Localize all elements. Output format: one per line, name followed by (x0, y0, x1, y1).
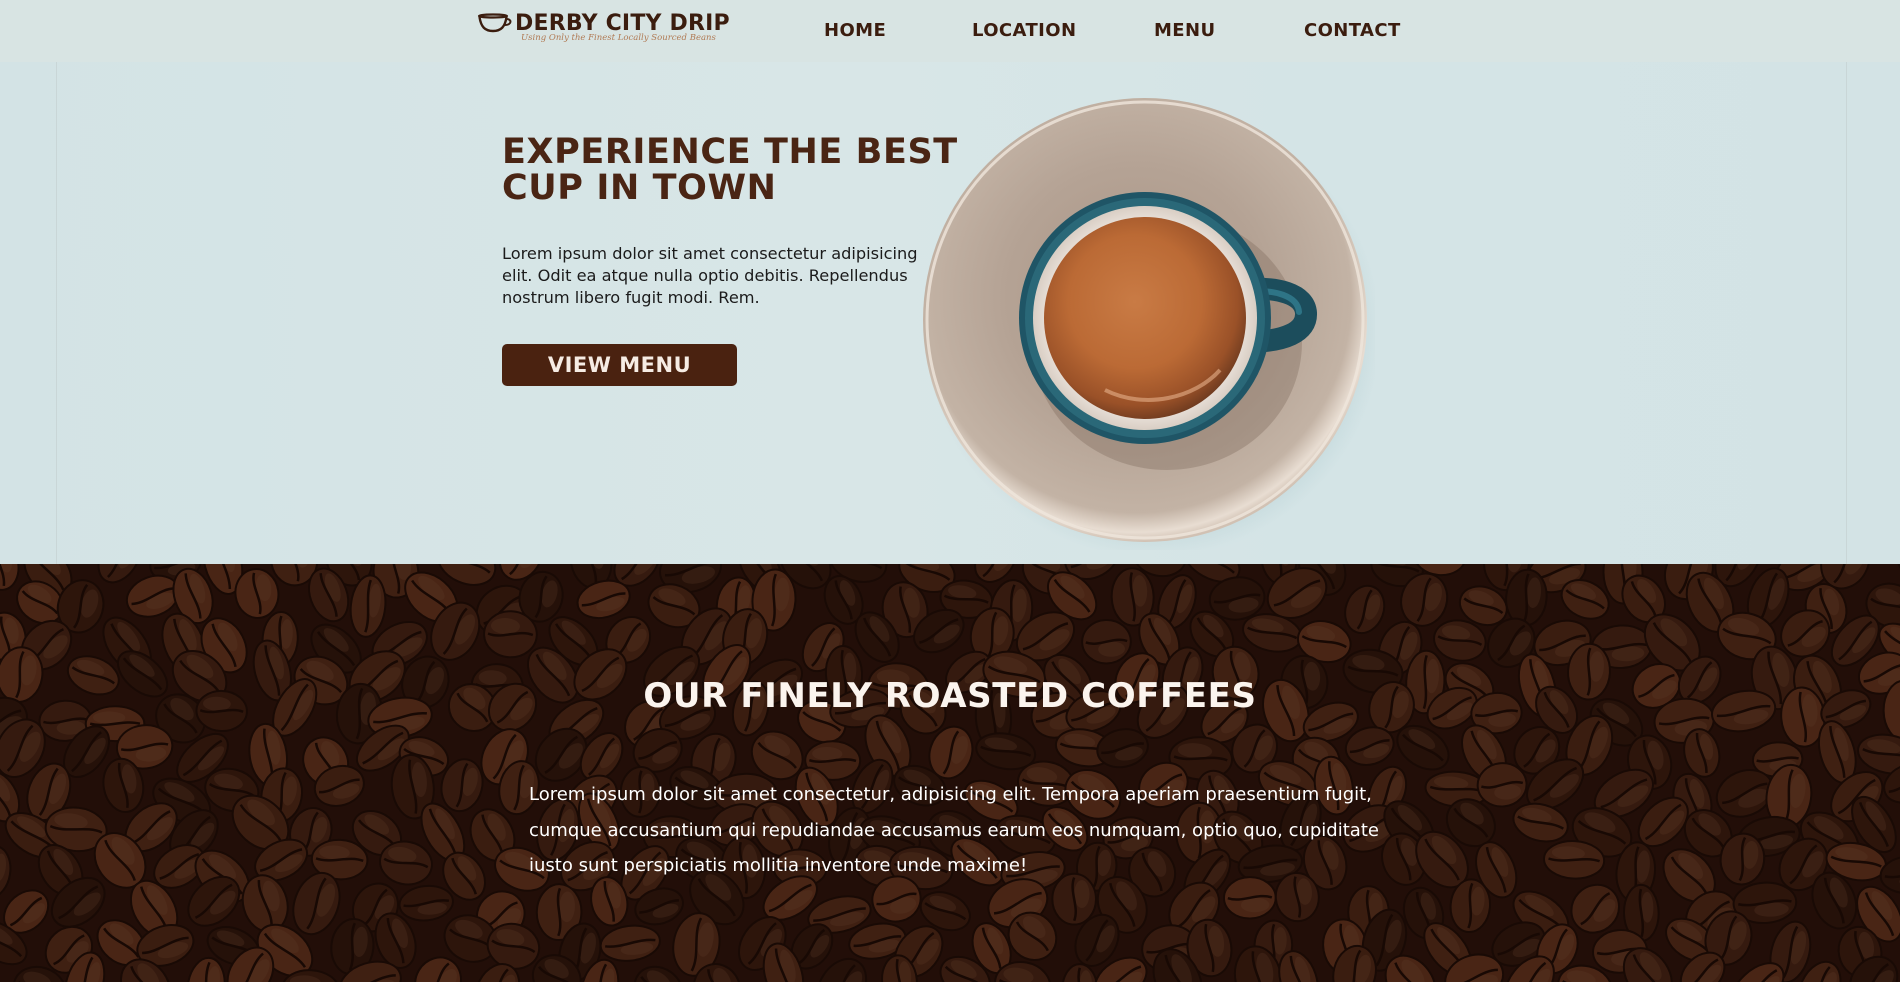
nav-menu-link[interactable]: MENU (1154, 20, 1216, 42)
brand-tagline: Using Only the Finest Locally Sourced Be… (521, 33, 716, 43)
brand-logo[interactable]: DERBY CITY DRIP Using Only the Finest Lo… (476, 11, 730, 47)
nav-home-link[interactable]: HOME (824, 20, 886, 42)
roasted-coffees-description: Lorem ipsum dolor sit amet consectetur, … (529, 784, 1379, 876)
hero-description: Lorem ipsum dolor sit amet consectetur a… (502, 244, 918, 307)
hero-section: EXPERIENCE THE BEST CUP IN TOWN Lorem ip… (0, 62, 1900, 564)
coffee-cup-icon (477, 13, 512, 33)
view-menu-button[interactable]: VIEW MENU (502, 344, 737, 386)
hero-title: EXPERIENCE THE BEST CUP IN TOWN (502, 132, 958, 208)
top-navbar: DERBY CITY DRIP Using Only the Finest Lo… (0, 0, 1900, 62)
hero-edge-divider (56, 62, 57, 564)
roasted-coffees-section: OUR FINELY ROASTED COFFEES Lorem ipsum d… (0, 564, 1900, 982)
coffee-beans-background (0, 564, 1900, 982)
hero-edge-divider (1846, 62, 1847, 564)
nav-location-link[interactable]: LOCATION (972, 20, 1076, 42)
roasted-coffees-title: OUR FINELY ROASTED COFFEES (643, 676, 1257, 716)
nav-contact-link[interactable]: CONTACT (1304, 20, 1401, 42)
